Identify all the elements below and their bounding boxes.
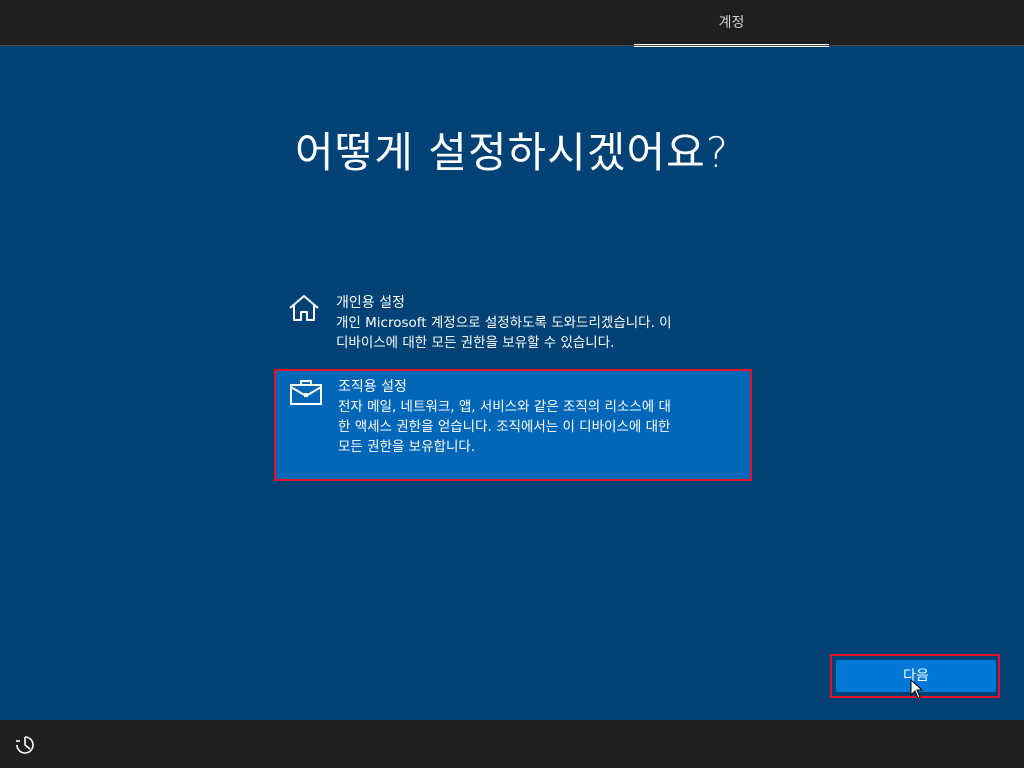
top-bar-divider <box>0 45 1024 46</box>
bottom-bar <box>0 720 1024 768</box>
page-title: 어떻게 설정하시겠어요? <box>294 128 730 177</box>
tab-account[interactable]: 계정 <box>634 0 829 46</box>
option-personal-setup[interactable]: 개인용 설정 개인 Microsoft 계정으로 설정하도록 도와드리겠습니다.… <box>274 287 752 359</box>
option-personal-title: 개인용 설정 <box>336 295 405 311</box>
mouse-cursor-icon <box>910 679 924 699</box>
main-panel: 어떻게 설정하시겠어요? 개인용 설정 개인 Microsoft 계정으로 설정… <box>0 47 1024 720</box>
home-icon <box>289 295 319 321</box>
accessibility-icon[interactable] <box>14 734 36 756</box>
briefcase-icon <box>290 380 322 405</box>
option-personal-desc-line-1: 개인 Microsoft 계정으로 설정하도록 도와드리겠습니다. 이 <box>336 315 672 331</box>
option-organization-desc-line-1: 전자 메일, 네트워크, 앱, 서비스와 같은 조직의 리소스에 대 <box>338 399 671 415</box>
option-personal-desc-line-2: 디바이스에 대한 모든 권한을 보유할 수 있습니다. <box>336 335 615 351</box>
option-organization-desc-line-2: 한 액세스 권한을 얻습니다. 조직에서는 이 디바이스에 대한 <box>338 419 671 435</box>
option-organization-title: 조직용 설정 <box>338 379 407 395</box>
top-bar: 계정 <box>0 0 1024 47</box>
option-organization-desc-line-3: 모든 권한을 보유합니다. <box>338 439 476 455</box>
option-organization-setup[interactable]: 조직용 설정 전자 메일, 네트워크, 앱, 서비스와 같은 조직의 리소스에 … <box>274 369 752 481</box>
